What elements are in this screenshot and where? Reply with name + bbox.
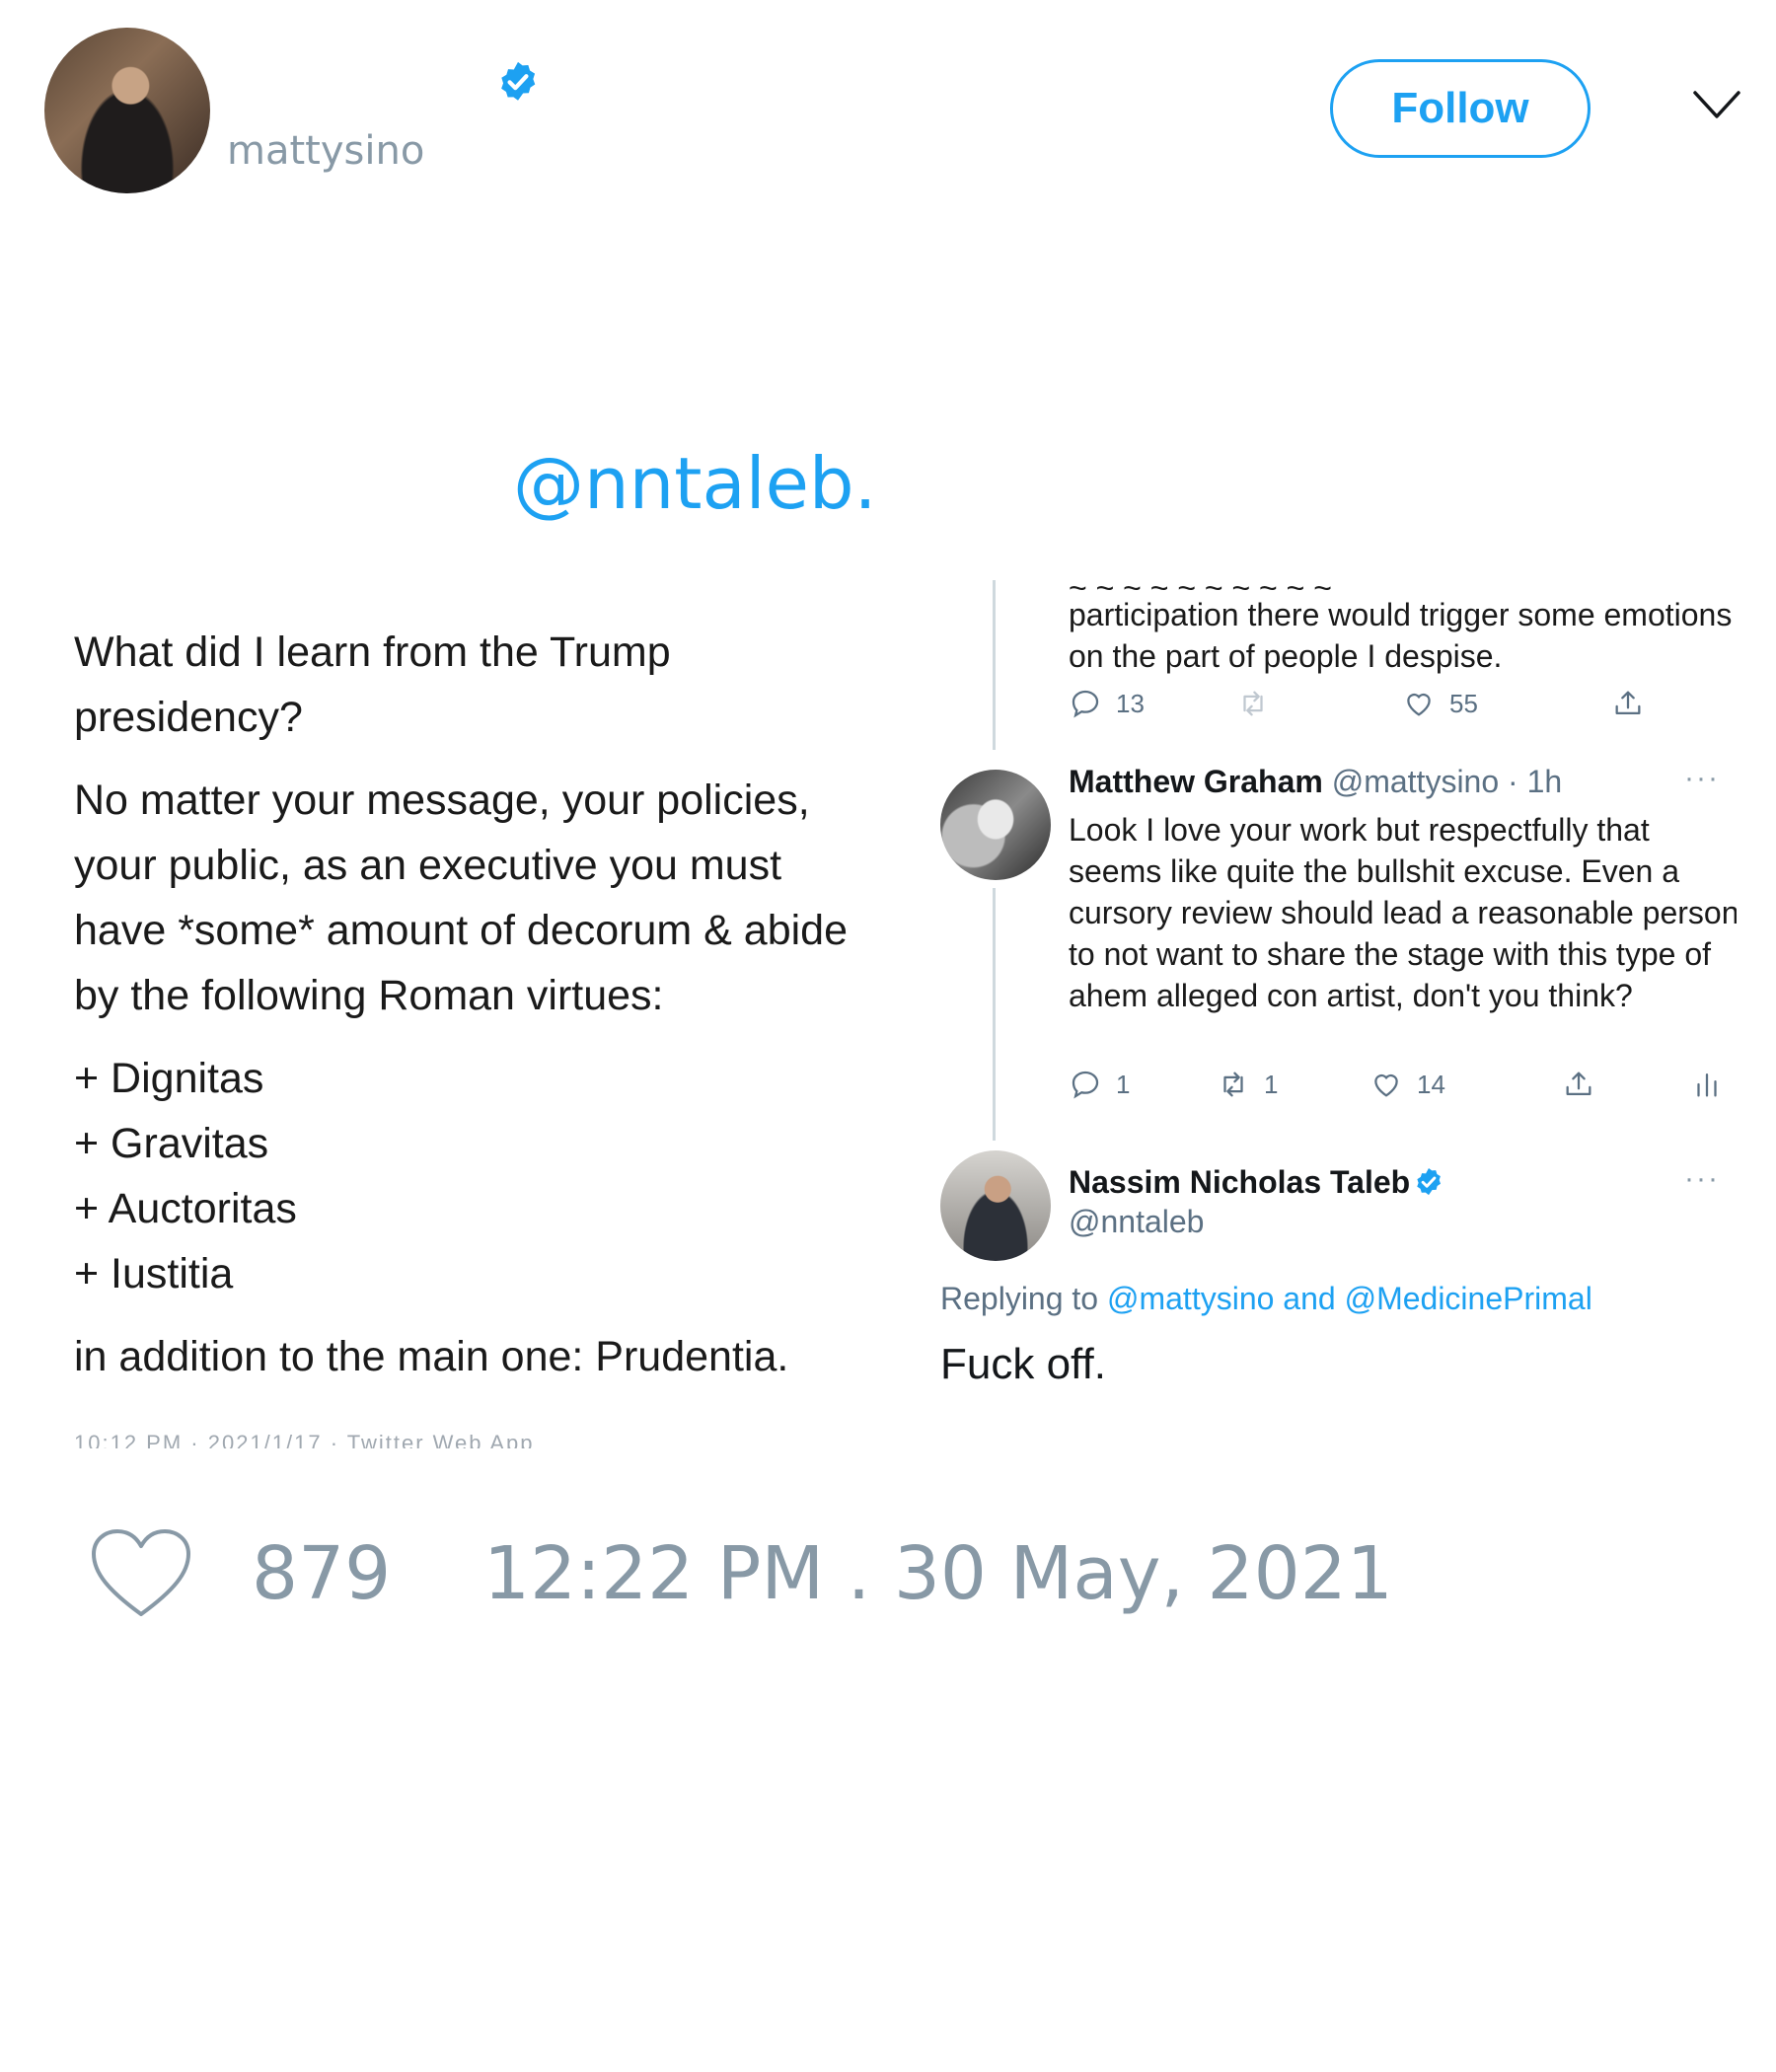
- like-button[interactable]: 55: [1402, 687, 1478, 720]
- list-item: + Iustitia: [74, 1250, 234, 1297]
- author-handle[interactable]: @nntaleb: [1069, 1204, 1204, 1240]
- left-tweet-paragraph-1: What did I learn from the Trump presiden…: [74, 629, 671, 741]
- follow-button[interactable]: Follow: [1330, 59, 1591, 158]
- display-name[interactable]: [227, 59, 483, 99]
- like-count: 879: [252, 1531, 392, 1616]
- verified-badge-icon: [1417, 1168, 1441, 1196]
- reply-tweet-header: Matthew Graham @mattysino · 1h: [1069, 764, 1562, 800]
- share-icon: [1615, 691, 1641, 715]
- reply-icon: [1072, 1071, 1099, 1099]
- author-handle[interactable]: @mattysino: [1332, 764, 1499, 799]
- list-item: + Auctoritas: [74, 1185, 297, 1232]
- heart-icon[interactable]: [89, 1527, 193, 1620]
- tweet-time[interactable]: · 1h: [1508, 764, 1562, 799]
- final-tweet-text: Fuck off.: [940, 1340, 1106, 1388]
- share-button[interactable]: [1562, 1068, 1595, 1101]
- list-item: + Gravitas: [74, 1120, 269, 1167]
- previous-tweet-text: participation there would trigger some e…: [1069, 597, 1733, 674]
- analytics-button[interactable]: [1690, 1068, 1724, 1101]
- avatar[interactable]: [940, 1150, 1051, 1261]
- left-tweet-paragraph-3: in addition to the main one: Prudentia.: [74, 1333, 789, 1380]
- thread-line: [993, 888, 996, 1141]
- list-item: + Dignitas: [74, 1055, 264, 1102]
- analytics-icon: [1697, 1073, 1717, 1097]
- avatar[interactable]: [44, 28, 210, 193]
- previous-tweet-actions: 13 55: [1069, 687, 1700, 726]
- retweet-icon: [1243, 691, 1263, 716]
- more-icon[interactable]: ···: [1684, 762, 1720, 795]
- author-name[interactable]: Matthew Graham: [1069, 764, 1323, 799]
- replying-prefix: Replying to: [940, 1281, 1099, 1316]
- chevron-down-icon[interactable]: [1692, 89, 1741, 122]
- reply-tweet-actions: 1 1 14: [1069, 1068, 1720, 1107]
- like-count: 55: [1449, 688, 1478, 718]
- final-tweet-header: Nassim Nicholas Taleb: [1069, 1164, 1410, 1201]
- replying-users-link[interactable]: @mattysino and @MedicinePrimal: [1107, 1281, 1592, 1316]
- like-icon: [1407, 693, 1431, 716]
- share-button[interactable]: [1611, 687, 1645, 720]
- reply-button[interactable]: 13: [1069, 687, 1145, 720]
- replying-to: Replying to @mattysino and @MedicinePrim…: [940, 1281, 1592, 1317]
- retweet-icon: [1223, 1072, 1243, 1097]
- tweet-timestamp[interactable]: 12:22 PM . 30 May, 2021: [483, 1531, 1393, 1616]
- retweet-count: 1: [1264, 1069, 1279, 1099]
- embedded-screenshot: What did I learn from the Trump presiden…: [59, 580, 1737, 1448]
- retweet-button[interactable]: [1236, 687, 1270, 720]
- reply-count: 13: [1116, 688, 1145, 718]
- author-name[interactable]: Nassim Nicholas Taleb: [1069, 1164, 1410, 1200]
- share-icon: [1566, 1072, 1591, 1096]
- like-icon: [1374, 1073, 1398, 1097]
- virtues-list: + Dignitas + Gravitas + Auctoritas + Ius…: [74, 1046, 863, 1306]
- left-tweet-paragraph-2: No matter your message, your policies, y…: [74, 777, 849, 1019]
- like-button[interactable]: 14: [1369, 1068, 1445, 1101]
- left-tweet-footer: 10:12 PM · 2021/1/17 · Twitter Web App: [74, 1431, 535, 1448]
- like-count: 14: [1417, 1069, 1445, 1099]
- left-tweet-body: What did I learn from the Trump presiden…: [74, 620, 863, 1407]
- reply-count: 1: [1116, 1069, 1131, 1099]
- more-icon[interactable]: ···: [1684, 1162, 1720, 1196]
- thread-line: [993, 580, 996, 750]
- verified-badge-icon: [501, 61, 536, 101]
- reply-tweet-text: Look I love your work but respectfully t…: [1069, 812, 1737, 1013]
- reply-button[interactable]: 1: [1069, 1068, 1130, 1101]
- avatar[interactable]: [940, 770, 1051, 880]
- tweet-mention-link[interactable]: @nntaleb.: [513, 442, 877, 525]
- reply-icon: [1072, 690, 1099, 718]
- user-handle[interactable]: mattysino: [227, 128, 424, 174]
- retweet-button[interactable]: 1: [1217, 1068, 1278, 1101]
